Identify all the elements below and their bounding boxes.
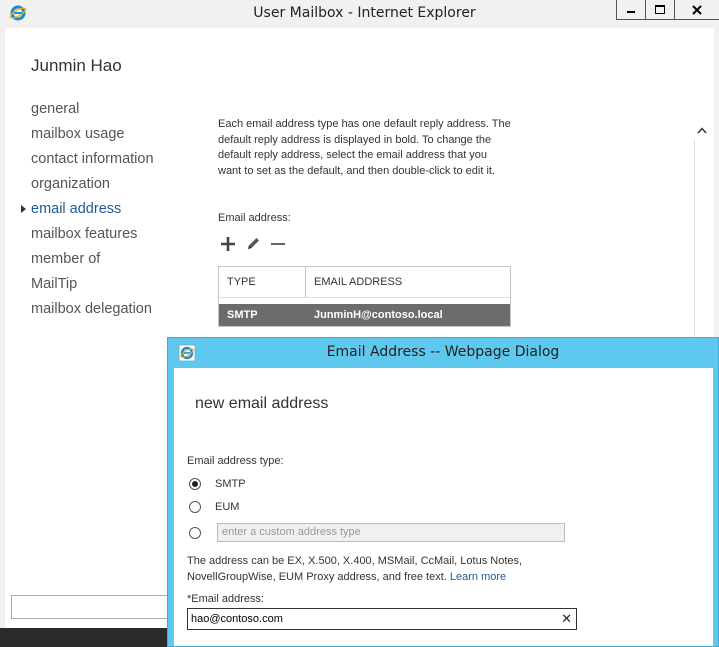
plus-icon: [221, 237, 235, 251]
maximize-button[interactable]: [645, 0, 675, 20]
nav-item-email-address[interactable]: email address: [21, 198, 154, 223]
email-address-label: Email address:: [218, 212, 291, 224]
custom-address-type-input[interactable]: enter a custom address type: [217, 523, 565, 542]
email-address-input[interactable]: hao@contoso.com ✕: [187, 608, 577, 630]
nav-item-mailbox-usage[interactable]: mailbox usage: [31, 123, 154, 148]
window-controls: [616, 0, 719, 20]
email-address-value: hao@contoso.com: [191, 613, 283, 625]
add-button[interactable]: [218, 234, 238, 254]
scroll-up-button[interactable]: [695, 123, 709, 137]
address-type-hint: The address can be EX, X.500, X.400, MSM…: [187, 553, 552, 585]
remove-button[interactable]: [268, 234, 288, 254]
nav-item-mailbox-delegation[interactable]: mailbox delegation: [31, 298, 154, 323]
edit-button[interactable]: [243, 234, 263, 254]
learn-more-link[interactable]: Learn more: [450, 571, 506, 583]
table-header: TYPE EMAIL ADDRESS: [219, 267, 510, 298]
mailbox-nav: general mailbox usage contact informatio…: [21, 98, 154, 323]
column-header-type[interactable]: TYPE: [219, 267, 306, 297]
chevron-up-icon: [697, 126, 707, 133]
dialog-title: Email Address -- Webpage Dialog: [326, 344, 560, 360]
clear-icon[interactable]: ✕: [561, 609, 572, 629]
minimize-button[interactable]: [616, 0, 646, 20]
nav-item-organization[interactable]: organization: [31, 173, 154, 198]
email-address-description: Each email address type has one default …: [218, 118, 511, 177]
address-type-label: Email address type:: [187, 455, 284, 467]
nav-item-mailbox-features[interactable]: mailbox features: [31, 223, 154, 248]
email-address-dialog: Email Address -- Webpage Dialog new emai…: [167, 337, 719, 647]
nav-item-member-of[interactable]: member of: [31, 248, 154, 273]
nav-item-contact-information[interactable]: contact information: [31, 148, 154, 173]
email-toolbar: [218, 233, 293, 255]
radio-option-smtp[interactable]: SMTP: [189, 478, 246, 490]
radio-button[interactable]: [189, 501, 201, 513]
window-title: User Mailbox - Internet Explorer: [253, 5, 476, 21]
table-row[interactable]: SMTP JunminH@contoso.local: [219, 304, 510, 326]
column-header-email-address[interactable]: EMAIL ADDRESS: [306, 267, 402, 297]
close-button[interactable]: [674, 0, 719, 20]
page-title: Junmin Hao: [31, 56, 122, 75]
pencil-icon: [248, 238, 259, 249]
minus-icon: [271, 243, 285, 245]
selected-arrow-icon: [21, 205, 26, 213]
radio-label: SMTP: [215, 478, 246, 490]
radio-option-eum[interactable]: EUM: [189, 501, 239, 513]
main-titlebar[interactable]: User Mailbox - Internet Explorer: [5, 0, 719, 28]
email-address-field-label: *Email address:: [187, 593, 265, 605]
radio-option-custom[interactable]: enter a custom address type: [189, 523, 565, 542]
dialog-titlebar[interactable]: Email Address -- Webpage Dialog: [168, 338, 718, 368]
nav-item-general[interactable]: general: [31, 98, 154, 123]
nav-item-label: email address: [31, 201, 122, 217]
dialog-body: new email address Email address type: SM…: [174, 368, 713, 646]
bottom-field[interactable]: [11, 595, 188, 619]
radio-button[interactable]: [189, 526, 201, 539]
close-icon: [692, 4, 702, 15]
dialog-heading: new email address: [195, 395, 329, 412]
radio-selected-dot: [192, 481, 198, 487]
minimize-icon: [627, 10, 635, 13]
cell-email-address: JunminH@contoso.local: [314, 309, 443, 321]
maximize-icon: [655, 5, 665, 14]
cell-type: SMTP: [227, 309, 258, 321]
radio-label: EUM: [215, 501, 240, 513]
email-address-table: TYPE EMAIL ADDRESS SMTP JunminH@contoso.…: [218, 266, 511, 327]
nav-item-mailtip[interactable]: MailTip: [31, 273, 154, 298]
radio-button[interactable]: [189, 478, 201, 490]
